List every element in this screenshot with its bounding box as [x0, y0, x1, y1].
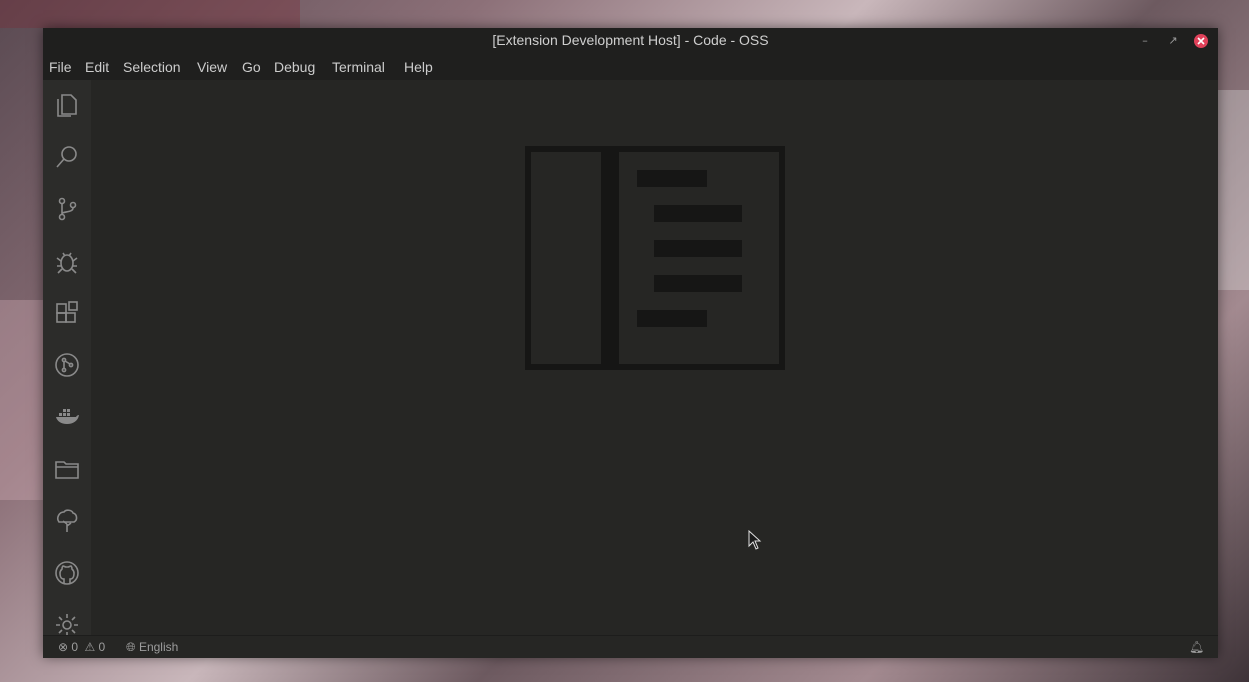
editor-area[interactable] [91, 80, 1218, 635]
warning-icon: ⚠ [84, 640, 96, 654]
language-label: English [138, 640, 179, 654]
menu-view[interactable]: View [197, 59, 227, 75]
docker-icon[interactable] [54, 404, 80, 430]
title-bar[interactable]: [Extension Development Host] - Code - OS… [43, 28, 1218, 54]
extensions-icon[interactable] [54, 300, 80, 326]
wallpaper-shape [0, 0, 300, 28]
menu-bar: File Edit Selection View Go Debug Termin… [43, 54, 1218, 80]
wallpaper-shape [1218, 90, 1249, 290]
error-count: 0 [71, 640, 79, 654]
menu-help[interactable]: Help [404, 59, 433, 75]
files-icon[interactable] [54, 92, 80, 118]
window-title: [Extension Development Host] - Code - OS… [492, 32, 769, 48]
maximize-icon[interactable]: ↗ [1165, 33, 1181, 49]
source-control-icon[interactable] [54, 196, 80, 222]
git-graph-icon[interactable] [54, 352, 80, 378]
vscode-window: [Extension Development Host] - Code - OS… [43, 28, 1218, 658]
editor-watermark-icon [525, 146, 785, 374]
activity-bar [43, 80, 91, 636]
menu-terminal[interactable]: Terminal [332, 59, 385, 75]
mouse-pointer-icon [748, 529, 762, 554]
language-indicator[interactable]: 🌐︎ English [126, 640, 178, 655]
warning-count: 0 [98, 640, 106, 654]
tree-icon[interactable] [54, 508, 80, 534]
notification-bell-icon[interactable]: 🔔︎ [1189, 640, 1204, 654]
menu-debug[interactable]: Debug [274, 59, 315, 75]
wallpaper-shape [0, 300, 43, 500]
folder-icon[interactable] [54, 456, 80, 482]
errors-indicator[interactable]: ⊗ 0 ⚠ 0 [58, 640, 105, 654]
github-icon[interactable] [54, 560, 80, 586]
status-bar: ⊗ 0 ⚠ 0 🌐︎ English 🔔︎ [43, 635, 1218, 658]
menu-go[interactable]: Go [242, 59, 261, 75]
error-icon: ⊗ [58, 640, 69, 654]
menu-file[interactable]: File [49, 59, 72, 75]
menu-edit[interactable]: Edit [85, 59, 109, 75]
globe-icon: 🌐︎ [126, 640, 136, 654]
close-icon[interactable] [1193, 33, 1209, 49]
debug-icon[interactable] [54, 248, 80, 274]
minimize-icon[interactable]: – [1137, 33, 1153, 49]
menu-selection[interactable]: Selection [123, 59, 181, 75]
search-icon[interactable] [54, 144, 80, 170]
